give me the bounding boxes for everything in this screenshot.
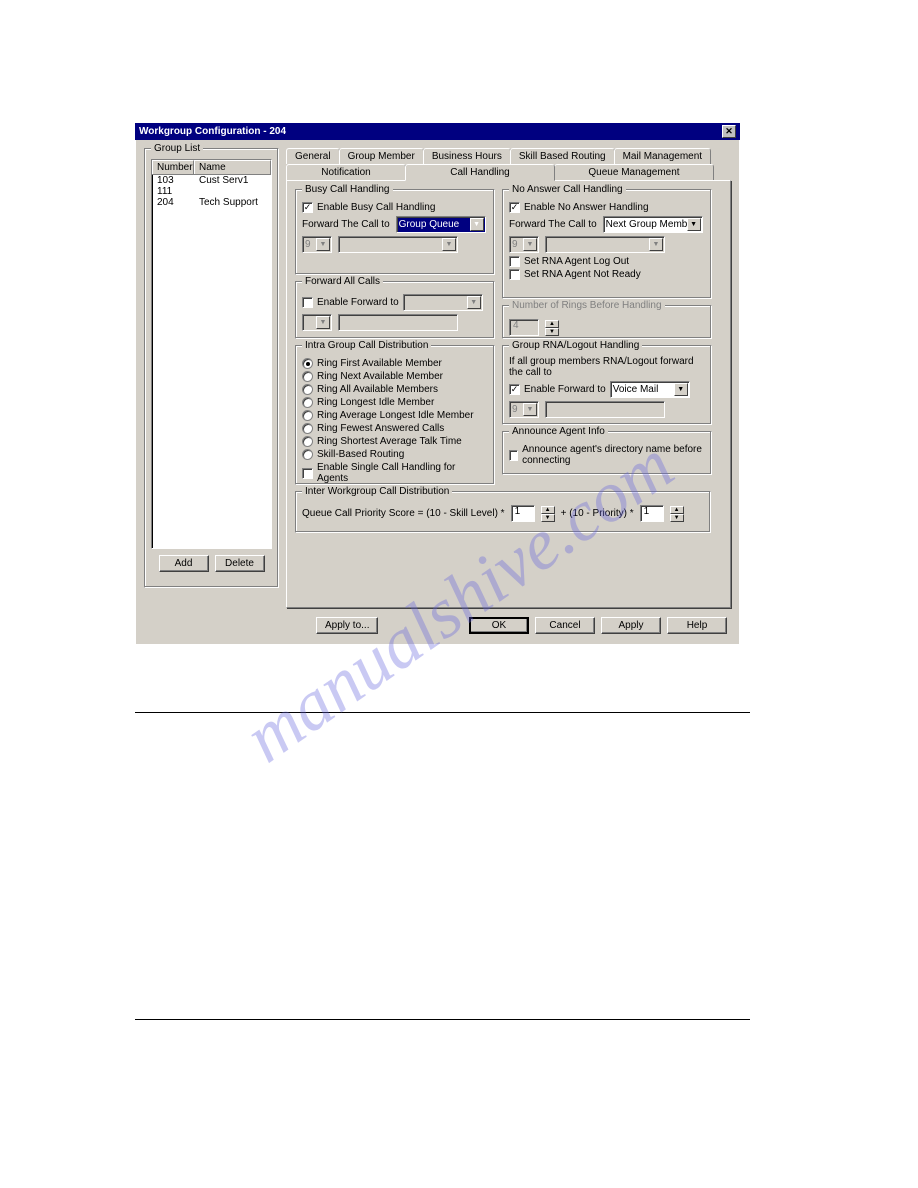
- announce-label: Announce agent's directory name before c…: [522, 444, 705, 466]
- chevron-down-icon: ▼: [649, 238, 663, 251]
- forward-busy-label: Forward The Call to: [302, 219, 390, 230]
- spin-up-icon[interactable]: ▲: [670, 506, 684, 514]
- rings-spinner: ▲ ▼: [545, 320, 559, 336]
- header-number[interactable]: Number: [152, 160, 194, 174]
- tab-content: Busy Call Handling Enable Busy Call Hand…: [286, 180, 731, 608]
- titlebar[interactable]: Workgroup Configuration - 204 ✕: [135, 123, 740, 140]
- skill-mult-input[interactable]: 1: [511, 505, 535, 522]
- chevron-down-icon: ▼: [316, 238, 330, 251]
- spin-down-icon: ▼: [545, 328, 559, 336]
- formula-label-1: Queue Call Priority Score = (10 - Skill …: [302, 508, 505, 519]
- enable-busy-checkbox[interactable]: [302, 202, 313, 213]
- help-button[interactable]: Help: [667, 617, 727, 634]
- list-row[interactable]: 103 Cust Serv1: [152, 175, 271, 186]
- forward-all-legend: Forward All Calls: [302, 276, 383, 287]
- tab-skill-routing[interactable]: Skill Based Routing: [510, 148, 615, 164]
- group-rna-legend: Group RNA/Logout Handling: [509, 340, 642, 351]
- spin-down-icon[interactable]: ▼: [670, 514, 684, 522]
- busy-num-combo: 9 ▼: [302, 236, 332, 253]
- group-rna-num-combo: 9 ▼: [509, 401, 539, 418]
- chevron-down-icon[interactable]: ▼: [687, 218, 701, 231]
- no-answer-legend: No Answer Call Handling: [509, 184, 626, 195]
- page-divider: [135, 1019, 750, 1020]
- radio-fewest-answered[interactable]: [302, 423, 313, 434]
- busy-ext-combo: ▼: [338, 236, 458, 253]
- radio-longest-idle[interactable]: [302, 397, 313, 408]
- list-header: Number Name: [152, 160, 271, 175]
- enable-no-answer-checkbox[interactable]: [509, 202, 520, 213]
- forward-all-input: [338, 314, 458, 331]
- page-divider: [135, 712, 750, 713]
- enable-forward-checkbox[interactable]: [302, 297, 313, 308]
- forward-all-num-combo: ▼: [302, 314, 332, 331]
- group-rna-input: [545, 401, 665, 418]
- chevron-down-icon: ▼: [442, 238, 456, 251]
- chevron-down-icon: ▼: [316, 316, 330, 329]
- spin-up-icon[interactable]: ▲: [541, 506, 555, 514]
- enable-forward-label: Enable Forward to: [317, 297, 399, 308]
- radio-shortest-talk[interactable]: [302, 436, 313, 447]
- group-list-panel: Group List Number Name 103 Cust Serv1 11…: [144, 148, 279, 594]
- formula-label-2: + (10 - Priority) *: [561, 508, 634, 519]
- add-button[interactable]: Add: [159, 555, 209, 572]
- intra-group-legend: Intra Group Call Distribution: [302, 340, 431, 351]
- group-rna-combo[interactable]: Voice Mail ▼: [610, 381, 690, 398]
- radio-avg-longest[interactable]: [302, 410, 313, 421]
- radio-first-avail[interactable]: [302, 358, 313, 369]
- list-row[interactable]: 204 Tech Support: [152, 197, 271, 208]
- rings-before-legend: Number of Rings Before Handling: [509, 300, 665, 311]
- dialog-body: Group List Number Name 103 Cust Serv1 11…: [135, 140, 740, 645]
- radio-skill-based[interactable]: [302, 449, 313, 460]
- priority-spinner[interactable]: ▲ ▼: [670, 506, 684, 522]
- group-rna-enable-checkbox[interactable]: [509, 384, 520, 395]
- group-list-legend: Group List: [151, 143, 203, 154]
- group-rna-desc: If all group members RNA/Logout forward …: [509, 356, 705, 378]
- chevron-down-icon: ▼: [467, 296, 481, 309]
- forward-busy-combo[interactable]: Group Queue ▼: [396, 216, 486, 233]
- spin-down-icon[interactable]: ▼: [541, 514, 555, 522]
- enable-busy-label: Enable Busy Call Handling: [317, 202, 435, 213]
- rna-logout-checkbox[interactable]: [509, 256, 520, 267]
- close-icon[interactable]: ✕: [722, 125, 736, 138]
- tab-queue-mgmt[interactable]: Queue Management: [554, 164, 714, 180]
- tab-business-hours[interactable]: Business Hours: [423, 148, 511, 164]
- rna-notready-checkbox[interactable]: [509, 269, 520, 280]
- ok-button[interactable]: OK: [469, 617, 529, 634]
- window-title: Workgroup Configuration - 204: [139, 126, 286, 137]
- tab-mail-mgmt[interactable]: Mail Management: [614, 148, 711, 164]
- priority-mult-input[interactable]: 1: [640, 505, 664, 522]
- cancel-button[interactable]: Cancel: [535, 617, 595, 634]
- no-answer-combo[interactable]: Next Group Member ▼: [603, 216, 703, 233]
- apply-button[interactable]: Apply: [601, 617, 661, 634]
- busy-call-legend: Busy Call Handling: [302, 184, 393, 195]
- radio-next-avail[interactable]: [302, 371, 313, 382]
- announce-legend: Announce Agent Info: [509, 426, 608, 437]
- tab-notification[interactable]: Notification: [286, 164, 406, 180]
- chevron-down-icon: ▼: [523, 238, 537, 251]
- single-call-checkbox[interactable]: [302, 468, 313, 479]
- tab-call-handling[interactable]: Call Handling: [405, 164, 555, 181]
- radio-all-avail[interactable]: [302, 384, 313, 395]
- chevron-down-icon[interactable]: ▼: [674, 383, 688, 396]
- main-tabs-area: General Group Member Business Hours Skil…: [286, 148, 731, 608]
- inter-wg-legend: Inter Workgroup Call Distribution: [302, 486, 452, 497]
- chevron-down-icon[interactable]: ▼: [470, 218, 484, 231]
- tab-general[interactable]: General: [286, 148, 340, 164]
- chevron-down-icon: ▼: [523, 403, 537, 416]
- group-list-box[interactable]: Number Name 103 Cust Serv1 111 204 Tech …: [151, 159, 272, 549]
- tab-group-member[interactable]: Group Member: [339, 148, 424, 164]
- forward-all-combo: ▼: [403, 294, 483, 311]
- rings-before-input: 4: [509, 319, 539, 336]
- apply-to-button[interactable]: Apply to...: [316, 617, 378, 634]
- header-name[interactable]: Name: [194, 160, 271, 174]
- announce-checkbox[interactable]: [509, 450, 518, 461]
- spin-up-icon: ▲: [545, 320, 559, 328]
- skill-spinner[interactable]: ▲ ▼: [541, 506, 555, 522]
- no-answer-num-combo: 9 ▼: [509, 236, 539, 253]
- list-row[interactable]: 111: [152, 186, 271, 197]
- dialog-window: Workgroup Configuration - 204 ✕ Group Li…: [135, 123, 740, 645]
- delete-button[interactable]: Delete: [215, 555, 265, 572]
- no-answer-ext-combo: ▼: [545, 236, 665, 253]
